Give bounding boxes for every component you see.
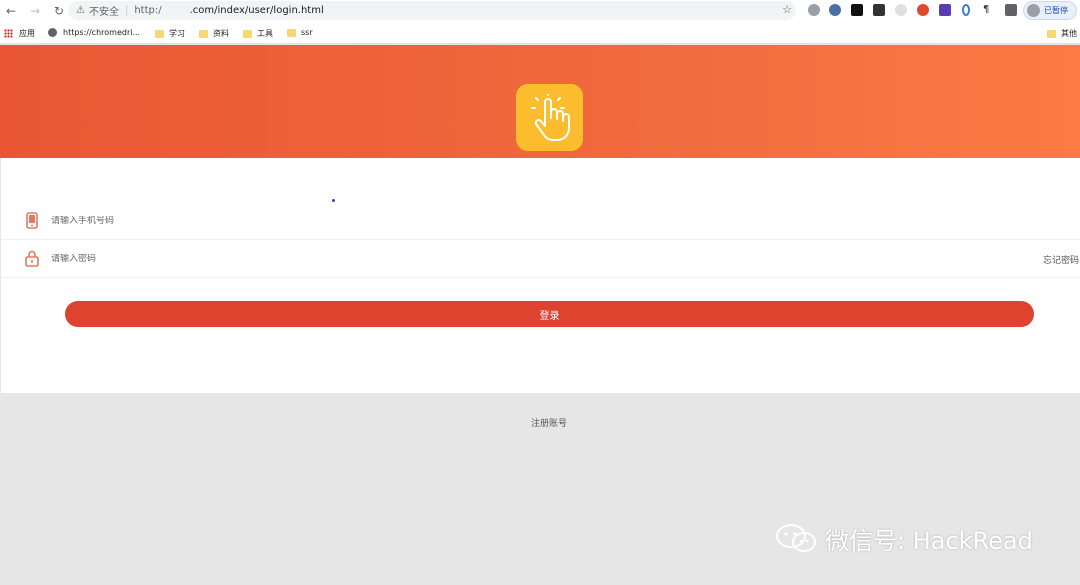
omnibox-separator: | [124, 5, 129, 16]
redacted-domain [161, 5, 190, 16]
login-page: 忘记密码 登录 注册账号 [0, 45, 1080, 585]
bookmark-label: ssr [301, 28, 313, 37]
bookmark-star-icon[interactable]: ☆ [782, 3, 792, 16]
password-row: 忘记密码 [1, 240, 1080, 278]
bookmark-folder-study[interactable]: 学习 [155, 28, 185, 39]
bookmark-label: 其他 [1061, 29, 1077, 38]
login-card: 忘记密码 登录 [1, 158, 1080, 393]
browser-toolbar: ← → ↻ ⚠ 不安全 | http:/ .com/index/user/log… [0, 0, 1080, 22]
bookmark-folder-other[interactable]: 其他 [1047, 28, 1077, 39]
extension-icon[interactable] [829, 4, 841, 16]
lock-icon [23, 250, 41, 268]
address-bar[interactable]: ⚠ 不安全 | http:/ .com/index/user/login.htm… [68, 1, 796, 20]
folder-icon [1047, 29, 1056, 38]
bookmark-label: https://chromedri... [63, 28, 141, 37]
folder-icon [155, 29, 164, 38]
profile-status: 已暂停 [1044, 6, 1068, 15]
forward-icon[interactable]: → [27, 3, 43, 19]
extension-icon[interactable] [939, 4, 951, 16]
wechat-watermark: 微信号: HackRead [775, 522, 1033, 555]
extension-icon[interactable]: ¶ [983, 4, 995, 16]
extension-icon[interactable] [873, 4, 885, 16]
phone-icon [23, 212, 41, 230]
wechat-icon [776, 524, 816, 552]
bookmark-label: 资料 [213, 29, 229, 38]
puzzle-icon[interactable] [1005, 4, 1017, 16]
back-icon[interactable]: ← [3, 3, 19, 19]
extension-icon[interactable] [808, 4, 820, 16]
password-input[interactable] [51, 253, 651, 264]
apps-grid-icon [4, 29, 13, 38]
bookmark-folder-materials[interactable]: 资料 [199, 28, 229, 39]
register-link[interactable]: 注册账号 [0, 416, 1080, 429]
avatar [1027, 4, 1040, 17]
folder-icon [199, 29, 208, 38]
reload-icon[interactable]: ↻ [51, 3, 67, 19]
bookmark-chromedriver[interactable]: https://chromedri... [48, 28, 140, 37]
extension-icon[interactable] [851, 4, 863, 16]
phone-input[interactable] [51, 215, 651, 226]
bookmark-folder-tools[interactable]: 工具 [243, 28, 273, 39]
tap-hand-icon [530, 93, 570, 141]
phone-row [1, 202, 1080, 240]
bookmark-label: 工具 [257, 29, 273, 38]
header-banner [0, 45, 1080, 158]
bookmark-folder-ssr[interactable]: ssr [287, 28, 313, 37]
forgot-password-link[interactable]: 忘记密码 [1043, 253, 1079, 266]
globe-icon [48, 28, 57, 37]
watermark-text: 微信号: HackRead [825, 526, 1033, 555]
folder-icon [243, 29, 252, 38]
bookmarks-bar: 应用 https://chromedri... 学习 资料 工具 ssr 其他 [0, 22, 1080, 44]
folder-icon [287, 28, 296, 37]
login-button[interactable]: 登录 [65, 301, 1034, 327]
profile-button[interactable]: 已暂停 [1023, 1, 1077, 20]
url-path: .com/index/user/login.html [189, 5, 324, 16]
warning-icon: ⚠ [76, 5, 85, 16]
url-prefix: http:/ [134, 5, 162, 16]
app-logo [516, 84, 583, 151]
not-secure-label: 不安全 [88, 7, 119, 18]
extension-icon[interactable] [917, 4, 929, 16]
bookmark-apps[interactable]: 应用 [4, 28, 35, 39]
bookmark-label: 学习 [169, 29, 185, 38]
extension-icon[interactable] [962, 4, 970, 16]
cursor-dot [332, 199, 335, 202]
extension-icon[interactable] [895, 4, 907, 16]
bookmark-label: 应用 [19, 29, 35, 38]
